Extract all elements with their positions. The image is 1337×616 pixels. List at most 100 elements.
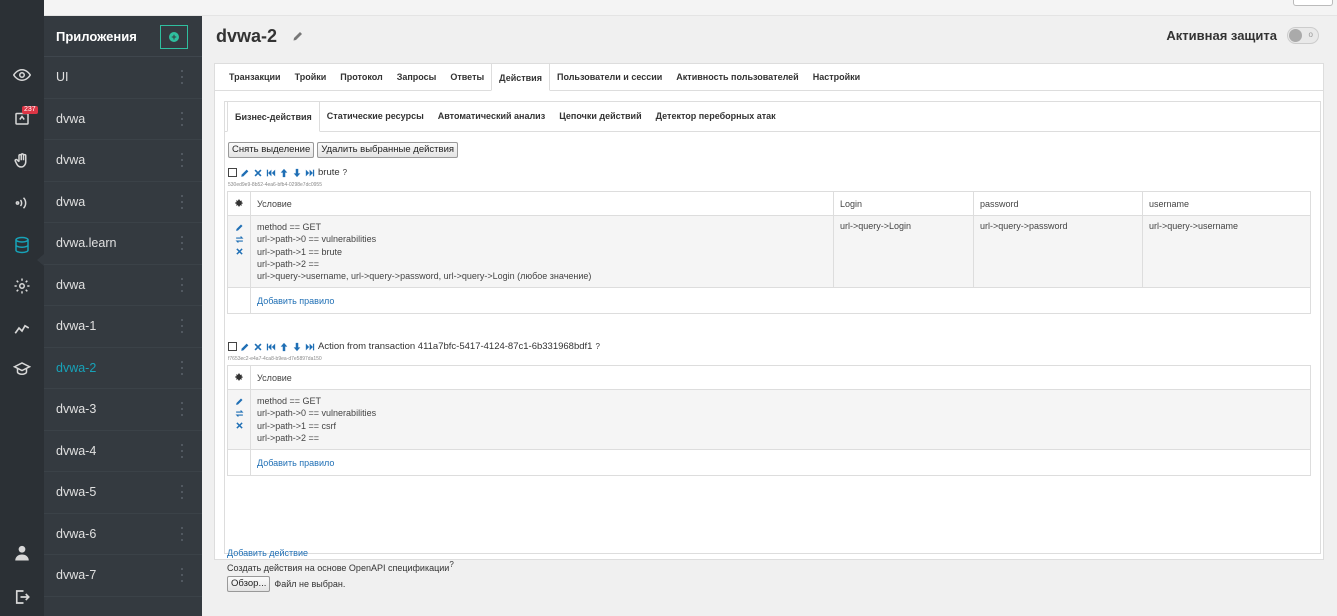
subtab[interactable]: Статические ресурсы [320, 101, 431, 131]
graduation-icon[interactable] [0, 354, 44, 384]
signal-icon[interactable] [0, 188, 44, 218]
kebab-menu-icon[interactable] [181, 485, 184, 499]
gear-icon[interactable] [227, 365, 251, 390]
analytics-icon[interactable] [0, 313, 44, 343]
swap-icon[interactable] [228, 407, 250, 419]
tab[interactable]: Пользователи и сессии [550, 63, 669, 90]
app-panel: Транзакции Тройки Протокол Запросы Ответы Дей… [214, 63, 1324, 592]
kebab-menu-icon[interactable] [181, 402, 184, 416]
add-rule-link[interactable]: Добавить правило [250, 449, 1311, 477]
kebab-menu-icon[interactable] [181, 360, 184, 375]
kebab-menu-icon[interactable] [181, 70, 184, 84]
applications-sidebar: Приложения + UI dvwa dvwa dvwa dvwa.learn dvw… [44, 16, 202, 616]
notifications-icon[interactable]: 237 [0, 103, 44, 133]
tab[interactable]: Действия [491, 63, 550, 91]
move-down-icon[interactable] [292, 168, 302, 178]
app-item[interactable]: dvwa-1 [44, 306, 202, 348]
edit-rule-icon[interactable] [228, 395, 250, 407]
move-first-icon[interactable] [266, 342, 276, 352]
hand-icon[interactable] [0, 146, 44, 176]
delete-rule-icon[interactable] [228, 419, 250, 431]
eye-icon[interactable] [0, 60, 44, 90]
browse-file-button[interactable]: Обзор... [227, 576, 271, 592]
settings-icon[interactable] [0, 271, 44, 301]
rule-row: method == GET url->path->0 == vulnerabil… [227, 388, 1311, 451]
app-item[interactable]: dvwa-2 [44, 348, 202, 389]
user-icon[interactable] [0, 538, 44, 568]
add-action-link[interactable]: Добавить действие [227, 548, 308, 558]
tab[interactable]: Транзакции [222, 63, 288, 90]
main-content: dvwa-2 Активная защита o Транзакции Тройк… [202, 16, 1337, 616]
app-item[interactable]: dvwa [44, 182, 202, 223]
move-up-icon[interactable] [279, 168, 289, 178]
app-item[interactable]: dvwa-3 [44, 389, 202, 431]
move-up-icon[interactable] [279, 342, 289, 352]
kebab-menu-icon[interactable] [181, 568, 184, 582]
subtab[interactable]: Детектор переборных атак [649, 101, 783, 131]
action-uid: f7653ec2-e4a7-4ca8-b9ea-d7e5897da150 [228, 356, 322, 362]
help-icon[interactable]: ? [595, 342, 599, 351]
action-rules-table: Условие Login password username method =… [227, 191, 1311, 315]
column-header: password [973, 191, 1143, 216]
move-last-icon[interactable] [305, 168, 315, 178]
add-application-button[interactable]: + [160, 25, 188, 49]
rule-value: url->query->username [1142, 214, 1311, 289]
app-item-label: dvwa-1 [56, 319, 97, 334]
application-list: UI dvwa dvwa dvwa dvwa.learn dvwa dvwa-1 dvwa-2… [44, 57, 202, 597]
kebab-menu-icon[interactable] [181, 526, 184, 541]
gear-icon[interactable] [227, 191, 251, 216]
active-protection-toggle[interactable]: o [1287, 27, 1319, 44]
move-last-icon[interactable] [305, 342, 315, 352]
app-item-label: dvwa [56, 111, 86, 126]
kebab-menu-icon[interactable] [181, 153, 184, 167]
app-item[interactable]: dvwa [44, 265, 202, 306]
rule-value: url->query->Login [833, 214, 974, 289]
subtab[interactable]: Цепочки действий [552, 101, 648, 131]
tab[interactable]: Ответы [443, 63, 491, 90]
help-icon[interactable]: ? [343, 168, 347, 177]
add-rule-link[interactable]: Добавить правило [250, 287, 1311, 315]
kebab-menu-icon[interactable] [181, 277, 184, 292]
edit-name-pencil-icon[interactable] [292, 30, 304, 42]
condition-header: Условие [250, 365, 1311, 390]
tab[interactable]: Активность пользователей [669, 63, 805, 90]
move-first-icon[interactable] [266, 168, 276, 178]
delete-icon[interactable] [253, 342, 263, 352]
rule-conditions: method == GET url->path->0 == vulnerabil… [250, 214, 834, 289]
app-item[interactable]: dvwa [44, 99, 202, 140]
kebab-menu-icon[interactable] [181, 319, 184, 333]
tab[interactable]: Протокол [333, 63, 389, 90]
delete-selected-actions-button[interactable]: Удалить выбранные действия [317, 142, 459, 158]
app-item[interactable]: dvwa.learn [44, 223, 202, 265]
app-item[interactable]: dvwa [44, 140, 202, 182]
kebab-menu-icon[interactable] [181, 236, 184, 250]
kebab-menu-icon[interactable] [181, 194, 184, 209]
deselect-button[interactable]: Снять выделение [228, 142, 315, 158]
help-icon[interactable]: ? [449, 560, 453, 569]
top-right-button[interactable] [1293, 0, 1333, 6]
app-item[interactable]: dvwa-4 [44, 431, 202, 472]
delete-rule-icon[interactable] [228, 245, 250, 257]
edit-icon[interactable] [240, 168, 250, 178]
tab[interactable]: Запросы [390, 63, 444, 90]
action-checkbox[interactable] [228, 342, 237, 351]
column-header: username [1142, 191, 1311, 216]
edit-icon[interactable] [240, 342, 250, 352]
app-item[interactable]: dvwa-5 [44, 472, 202, 514]
subtab[interactable]: Бизнес-действия [227, 101, 320, 132]
delete-icon[interactable] [253, 168, 263, 178]
app-item[interactable]: dvwa-6 [44, 514, 202, 555]
column-header: Login [833, 191, 974, 216]
subtab[interactable]: Автоматический анализ [431, 101, 552, 131]
kebab-menu-icon[interactable] [181, 111, 184, 126]
swap-icon[interactable] [228, 233, 250, 245]
kebab-menu-icon[interactable] [181, 443, 184, 458]
app-item[interactable]: dvwa-7 [44, 555, 202, 597]
tab[interactable]: Тройки [288, 63, 334, 90]
logout-icon[interactable] [0, 582, 44, 612]
app-item[interactable]: UI [44, 57, 202, 99]
move-down-icon[interactable] [292, 342, 302, 352]
edit-rule-icon[interactable] [228, 221, 250, 233]
tab[interactable]: Настройки [806, 63, 867, 90]
action-checkbox[interactable] [228, 168, 237, 177]
